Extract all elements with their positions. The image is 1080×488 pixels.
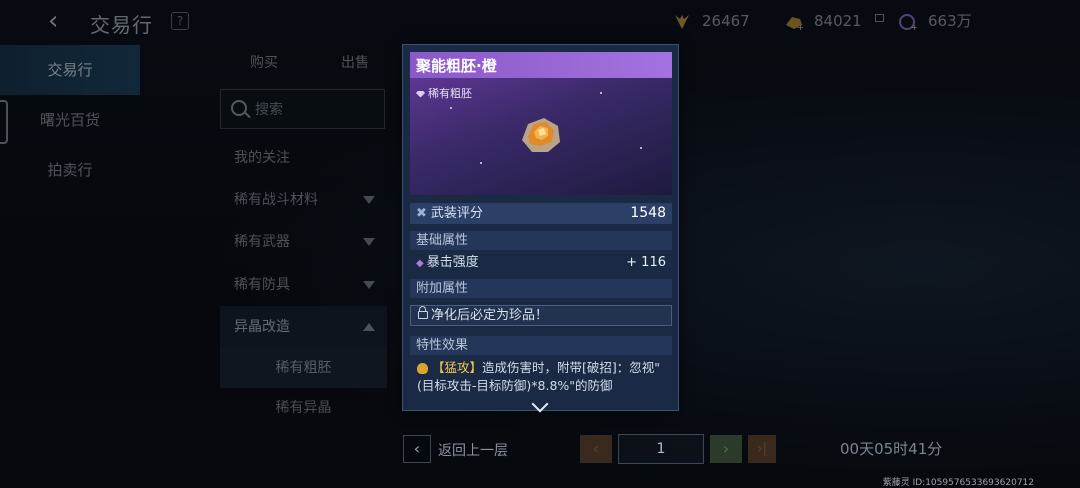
trait-description: 【猛攻】造成伤害时，附带[破招]：忽视"(目标攻击-目标防御)*8.8%"的防御: [417, 359, 667, 395]
purify-notice-text: 净化后必定为珍品！: [431, 308, 549, 323]
chevron-left-icon: ‹: [592, 439, 600, 458]
skip-end-icon: ›|: [756, 441, 768, 457]
chevron-right-icon: ›: [722, 439, 730, 458]
crit-strength-label: 暴击强度: [426, 255, 479, 270]
item-header-art: 聚能粗胚·橙 稀有粗胚: [410, 52, 672, 195]
crit-strength-row: ◆ 暴击强度 + 116: [410, 252, 672, 274]
sparkle: [450, 107, 452, 109]
item-title-bar: 聚能粗胚·橙: [410, 52, 672, 78]
sparkle: [640, 147, 642, 149]
sparkle: [480, 162, 482, 164]
crit-strength-value: + 116: [626, 255, 666, 270]
item-rarity: 稀有粗胚: [416, 85, 472, 101]
base-attributes-header: 基础属性: [410, 231, 672, 250]
chevron-left-icon: ‹: [413, 439, 421, 458]
item-detail-popup: 聚能粗胚·橙 稀有粗胚 ✖ 武装评分 1548 基础属性 ◆ 暴击强度 + 116 …: [402, 44, 679, 413]
armament-score-value: 1548: [630, 205, 666, 221]
armament-score-label: 武装评分: [430, 206, 483, 221]
page-last-button[interactable]: ›|: [748, 435, 776, 463]
sparkle: [600, 92, 602, 94]
armament-score-row: ✖ 武装评分 1548: [410, 203, 672, 224]
trait-tag: 【猛攻】: [432, 360, 483, 375]
item-rarity-label: 稀有粗胚: [428, 87, 472, 100]
page-next-button[interactable]: ›: [710, 435, 742, 463]
page-number-input[interactable]: 1: [618, 434, 704, 464]
item-title: 聚能粗胚·橙: [416, 57, 497, 75]
diamond-icon: ◆: [416, 258, 424, 269]
lock-icon: [418, 306, 428, 319]
scroll-down-chevron-icon[interactable]: [531, 395, 549, 413]
purify-notice: 净化后必定为珍品！: [410, 305, 672, 326]
trait-effects-header: 特性效果: [410, 336, 672, 355]
page-prev-button[interactable]: ‹: [580, 435, 612, 463]
back-level-button[interactable]: ‹: [403, 435, 431, 463]
countdown-timer: 00天05时41分: [840, 440, 943, 458]
back-level-label[interactable]: 返回上一层: [438, 440, 508, 460]
gem-icon: [416, 90, 425, 98]
extra-attributes-header: 附加属性: [410, 279, 672, 298]
crossed-swords-icon: ✖: [416, 206, 427, 221]
trait-icon: [417, 363, 428, 374]
crystal-blank-item-icon: [522, 118, 560, 152]
player-uid: 紫藤灵 ID:1059576533693620712: [882, 478, 1034, 488]
